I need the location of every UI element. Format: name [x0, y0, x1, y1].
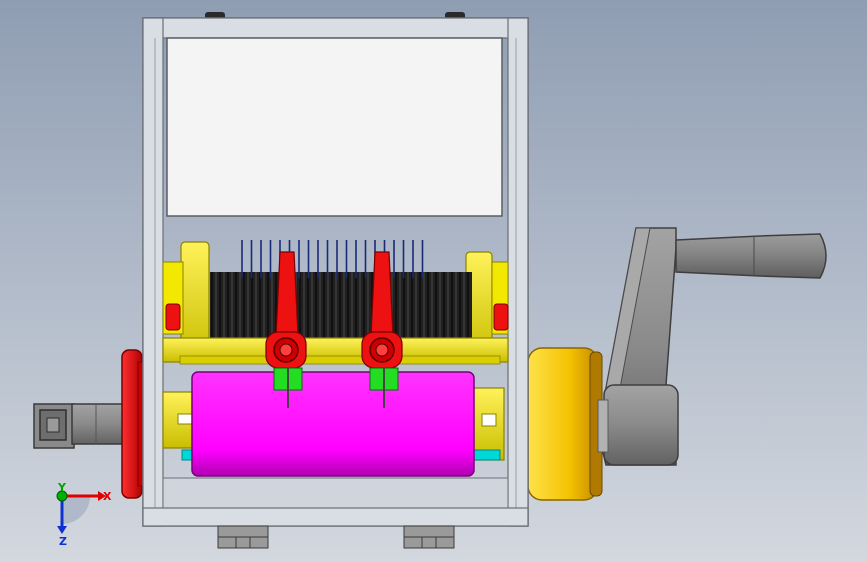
assembly-drawing: X Y Z — [0, 0, 867, 562]
frame-left-post — [142, 17, 164, 527]
frame-top-bar — [142, 17, 529, 39]
foot-left — [217, 525, 269, 549]
triad-z-label: Z — [59, 535, 67, 548]
handle-grip — [675, 233, 827, 279]
foot-right — [403, 525, 455, 549]
frame-right-post — [507, 17, 529, 527]
roller-assembly — [162, 371, 505, 477]
magenta-roller — [191, 371, 475, 477]
red-pin-right — [493, 303, 509, 331]
upper-panel — [166, 37, 503, 217]
crank-boss — [603, 384, 679, 466]
frame-bottom-bar — [142, 507, 529, 527]
red-pin-left — [165, 303, 181, 331]
frame-base-plate — [162, 477, 509, 509]
triad-y-label: Y — [57, 481, 67, 494]
cad-viewport[interactable]: X Y Z — [0, 0, 867, 562]
gold-hub — [527, 347, 599, 501]
triad-x-label: X — [103, 490, 112, 503]
